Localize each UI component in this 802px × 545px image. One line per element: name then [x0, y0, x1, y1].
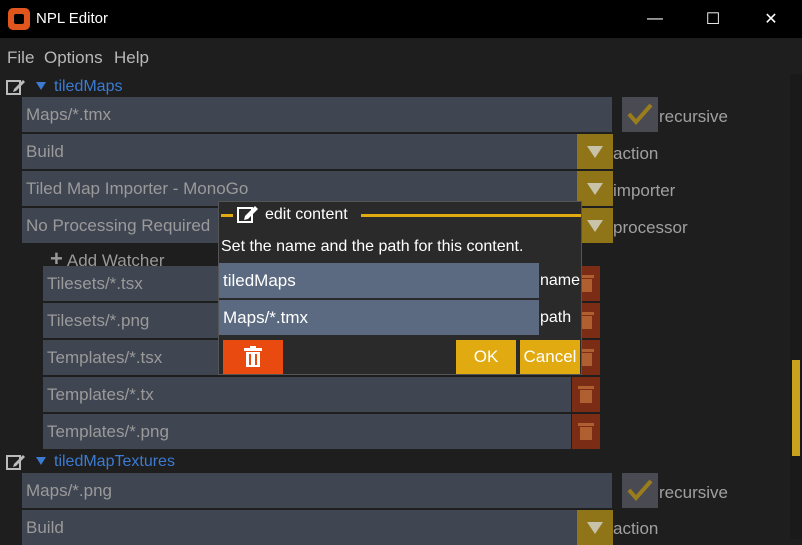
path-input[interactable]: Maps/*.tmx — [219, 300, 539, 335]
collapse-triangle-icon[interactable] — [36, 82, 46, 90]
watcher-field[interactable]: Templates/*.png — [43, 414, 571, 449]
trash-icon — [578, 423, 594, 440]
recursive-label: recursive — [659, 483, 728, 502]
window-title: NPL Editor — [36, 10, 108, 27]
edit-icon[interactable] — [6, 78, 26, 96]
dialog-title-rule — [221, 214, 233, 217]
cancel-button[interactable]: Cancel — [520, 340, 580, 374]
importer-dropdown-icon[interactable] — [577, 171, 613, 206]
name-label: name — [540, 272, 581, 289]
dialog-message: Set the name and the path for this conte… — [221, 238, 524, 255]
path-field[interactable]: Maps/*.tmx — [22, 97, 612, 132]
importer-label: importer — [613, 181, 676, 200]
processor-label: processor — [613, 218, 688, 237]
dialog-title: edit content — [265, 206, 348, 223]
scrollbar-thumb[interactable] — [792, 360, 800, 456]
delete-watcher-button[interactable] — [572, 377, 600, 412]
action-label: action — [613, 144, 659, 163]
edit-icon — [237, 206, 258, 223]
path-label: path — [540, 309, 572, 326]
recursive-checkbox[interactable] — [622, 473, 658, 508]
scrollbar[interactable] — [790, 74, 802, 539]
maximize-button[interactable]: ☐ — [684, 0, 742, 38]
menu-help[interactable]: Help — [114, 48, 149, 68]
menu-file[interactable]: File — [7, 48, 34, 68]
action-dropdown-icon[interactable] — [577, 510, 613, 545]
section-header-tiledmaps: tiledMaps — [0, 76, 300, 98]
check-icon — [627, 479, 653, 502]
name-input[interactable]: tiledMaps — [219, 263, 539, 298]
recursive-checkbox[interactable] — [622, 97, 658, 132]
action-select[interactable]: Build — [22, 510, 577, 545]
minimize-button[interactable]: — — [626, 0, 684, 38]
edit-icon[interactable] — [6, 453, 26, 471]
action-label: action — [613, 519, 659, 538]
trash-icon — [578, 386, 594, 403]
app-logo-icon — [8, 8, 30, 30]
trash-icon — [244, 346, 262, 367]
dialog-title-rule — [361, 214, 581, 217]
delete-watcher-button[interactable] — [572, 414, 600, 449]
section-title[interactable]: tiledMapTextures — [54, 453, 175, 471]
edit-content-dialog: edit content Set the name and the path f… — [218, 201, 582, 375]
recursive-label: recursive — [659, 107, 728, 126]
section-title[interactable]: tiledMaps — [54, 78, 122, 96]
action-select[interactable]: Build — [22, 134, 577, 169]
watcher-field[interactable]: Templates/*.tx — [43, 377, 571, 412]
ok-button[interactable]: OK — [456, 340, 516, 374]
action-dropdown-icon[interactable] — [577, 134, 613, 169]
title-bar: NPL Editor — ☐ ✕ — [0, 0, 802, 38]
menu-bar: File Options Help — [0, 38, 802, 74]
delete-content-button[interactable] — [223, 340, 283, 374]
path-field[interactable]: Maps/*.png — [22, 473, 612, 508]
close-button[interactable]: ✕ — [742, 0, 800, 38]
collapse-triangle-icon[interactable] — [36, 457, 46, 465]
menu-options[interactable]: Options — [44, 48, 103, 68]
processor-dropdown-icon[interactable] — [577, 208, 613, 243]
check-icon — [627, 103, 653, 126]
section-header-tiledmaptextures: tiledMapTextures — [0, 451, 300, 473]
